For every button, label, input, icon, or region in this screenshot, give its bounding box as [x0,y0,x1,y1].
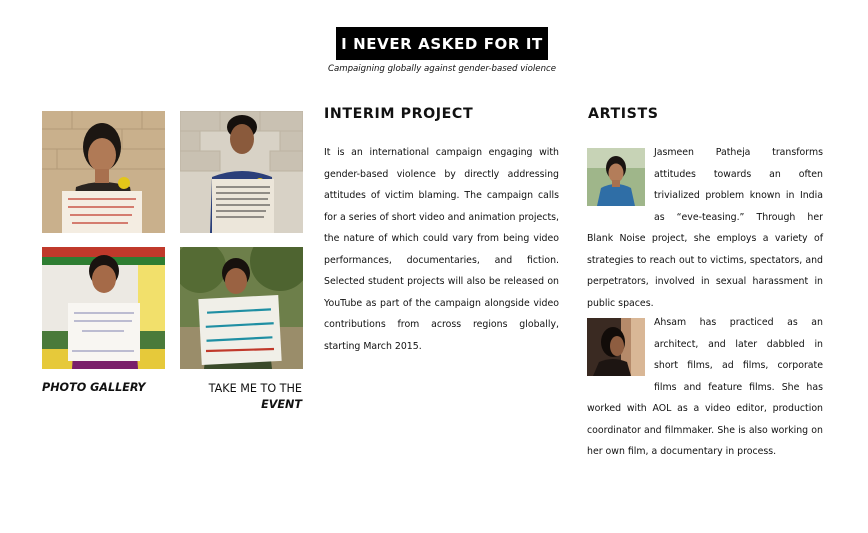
artist-portrait-image [587,318,645,376]
page-title: I NEVER ASKED FOR IT [336,27,548,60]
artist-entry-2: Ahsam has practiced as an architect, and… [587,312,823,463]
pledge-photo-image [180,111,303,233]
gallery-photo-2[interactable] [180,111,303,233]
interim-project-description: It is an international campaign engaging… [324,147,559,352]
photo-gallery-link[interactable]: PHOTO GALLERY [42,381,146,394]
gallery-photo-1[interactable] [42,111,165,233]
page-title-text: I NEVER ASKED FOR IT [341,34,543,53]
artists-heading: ARTISTS [588,106,659,122]
interim-project-heading: INTERIM PROJECT [324,106,474,122]
artist-photo-2 [587,318,645,376]
take-me-to-event-link[interactable]: TAKE ME TO THE EVENT [180,381,302,413]
gallery-photo-3[interactable] [42,247,165,369]
pledge-photo-image [42,247,165,369]
pledge-photo-image [180,247,303,369]
page-subtitle: Campaigning globally against gender-base… [327,64,557,74]
pledge-photo-image [42,111,165,233]
gallery-photo-4[interactable] [180,247,303,369]
event-link-line1: TAKE ME TO THE [208,382,302,395]
artist-portrait-image [587,148,645,206]
event-link-line2: EVENT [261,398,302,411]
artist-entry-1: Jasmeen Patheja transforms attitudes tow… [587,142,823,314]
artist-photo-1 [587,148,645,206]
